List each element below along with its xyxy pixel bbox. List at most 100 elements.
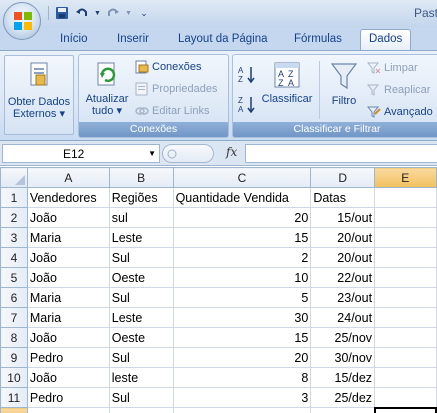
cell[interactable] — [108, 407, 174, 413]
obter-dados-externos-button[interactable]: Obter Dados Externos ▾ — [4, 55, 74, 135]
cell[interactable]: 2 — [172, 247, 312, 268]
cell[interactable]: 15/out — [310, 207, 376, 228]
cell[interactable]: Sul — [108, 387, 174, 408]
name-box[interactable]: E12 ▼ — [2, 144, 160, 163]
conexoes-button[interactable]: Conexões — [135, 60, 202, 74]
tab-formulas[interactable]: Fórmulas — [294, 30, 342, 51]
cell[interactable]: Oeste — [108, 267, 174, 288]
cell[interactable]: 3 — [172, 387, 312, 408]
cell[interactable]: 30/nov — [310, 347, 376, 368]
cell[interactable] — [374, 187, 437, 208]
row-header[interactable]: 4 — [0, 247, 28, 268]
cell[interactable]: Vendedores — [26, 187, 110, 208]
tab-inserir[interactable]: Inserir — [117, 30, 149, 51]
cell[interactable]: 30 — [172, 307, 312, 328]
cell[interactable]: João — [26, 267, 110, 288]
active-cell-e12[interactable] — [373, 406, 437, 413]
cell[interactable] — [374, 207, 437, 228]
cell[interactable]: João — [26, 247, 110, 268]
redo-dropdown-icon[interactable]: ▼ — [125, 5, 132, 21]
insert-function-icon[interactable]: fx — [226, 145, 237, 159]
cell[interactable]: 5 — [172, 287, 312, 308]
limpar-button[interactable]: Limpar — [367, 61, 418, 75]
column-header-d[interactable]: D — [310, 167, 376, 188]
column-header-b[interactable]: B — [108, 167, 174, 188]
cell[interactable]: 23/out — [310, 287, 376, 308]
cell[interactable]: 20/out — [310, 227, 376, 248]
cell[interactable]: Oeste — [108, 327, 174, 348]
cell[interactable] — [374, 367, 437, 388]
row-header[interactable]: 12 — [0, 407, 28, 413]
propriedades-button[interactable]: Propriedades — [135, 82, 217, 96]
cell[interactable]: Pedro — [26, 387, 110, 408]
cell[interactable]: Leste — [108, 307, 174, 328]
row-header[interactable]: 7 — [0, 307, 28, 328]
undo-icon[interactable] — [74, 5, 90, 21]
row-header[interactable]: 10 — [0, 367, 28, 388]
row-header[interactable]: 5 — [0, 267, 28, 288]
cell[interactable] — [374, 287, 437, 308]
row-header[interactable]: 6 — [0, 287, 28, 308]
reaplicar-button[interactable]: Reaplicar — [367, 83, 430, 97]
cell[interactable]: sul — [108, 207, 174, 228]
cell[interactable] — [374, 387, 437, 408]
cell[interactable]: 15 — [172, 327, 312, 348]
select-all-corner[interactable] — [0, 167, 28, 188]
cell[interactable] — [26, 407, 110, 413]
row-header[interactable]: 2 — [0, 207, 28, 228]
sort-a-z-button[interactable]: AZ — [237, 65, 257, 85]
save-icon[interactable] — [54, 5, 70, 21]
formula-input[interactable] — [245, 144, 437, 163]
row-header[interactable]: 11 — [0, 387, 28, 408]
cell[interactable]: Sul — [108, 347, 174, 368]
column-header-c[interactable]: C — [172, 167, 312, 188]
cell[interactable]: 20 — [172, 347, 312, 368]
tab-inicio[interactable]: Início — [60, 30, 88, 51]
editar-links-button[interactable]: Editar Links — [135, 104, 209, 118]
column-header-a[interactable]: A — [26, 167, 110, 188]
cell[interactable]: 25/dez — [310, 387, 376, 408]
name-box-dropdown-icon[interactable]: ▼ — [148, 149, 156, 158]
avancado-button[interactable]: Avançado — [367, 105, 433, 119]
redo-icon[interactable] — [105, 5, 121, 21]
undo-dropdown-icon[interactable]: ▼ — [94, 5, 101, 21]
cell[interactable]: 8 — [172, 367, 312, 388]
cell[interactable]: Maria — [26, 287, 110, 308]
cell[interactable]: 15/dez — [310, 367, 376, 388]
cell[interactable]: 20/out — [310, 247, 376, 268]
cell[interactable] — [374, 247, 437, 268]
cell[interactable]: 25/nov — [310, 327, 376, 348]
column-header-e[interactable]: E — [374, 167, 437, 188]
cell[interactable]: 22/out — [310, 267, 376, 288]
classificar-button[interactable]: A Z Z A Classificar — [259, 61, 315, 121]
cell[interactable] — [374, 227, 437, 248]
cell[interactable] — [310, 407, 376, 413]
cell[interactable]: 10 — [172, 267, 312, 288]
customize-icon[interactable]: ⌄ — [136, 5, 152, 21]
cell[interactable]: Quantidade Vendida — [172, 187, 312, 208]
cell[interactable]: Regiões — [108, 187, 174, 208]
cell[interactable]: Sul — [108, 247, 174, 268]
tab-dados[interactable]: Dados — [360, 29, 412, 51]
row-header[interactable]: 3 — [0, 227, 28, 248]
row-header[interactable]: 9 — [0, 347, 28, 368]
cell[interactable]: 15 — [172, 227, 312, 248]
row-header[interactable]: 1 — [0, 187, 28, 208]
cell[interactable]: Pedro — [26, 347, 110, 368]
cell[interactable] — [374, 267, 437, 288]
cell[interactable]: João — [26, 367, 110, 388]
cell[interactable]: Leste — [108, 227, 174, 248]
formula-resize-handle[interactable] — [162, 144, 214, 163]
cell[interactable]: Sul — [108, 287, 174, 308]
cell[interactable] — [374, 347, 437, 368]
row-header[interactable]: 8 — [0, 327, 28, 348]
cell[interactable]: João — [26, 207, 110, 228]
cell[interactable]: João — [26, 327, 110, 348]
atualizar-tudo-button[interactable]: Atualizar tudo ▾ — [82, 57, 132, 123]
cell[interactable]: Datas — [310, 187, 376, 208]
cell[interactable] — [374, 307, 437, 328]
tab-layout-da-pagina[interactable]: Layout da Página — [178, 30, 268, 51]
cell[interactable]: 20 — [172, 207, 312, 228]
cell[interactable]: 24/out — [310, 307, 376, 328]
cell[interactable] — [172, 407, 312, 413]
